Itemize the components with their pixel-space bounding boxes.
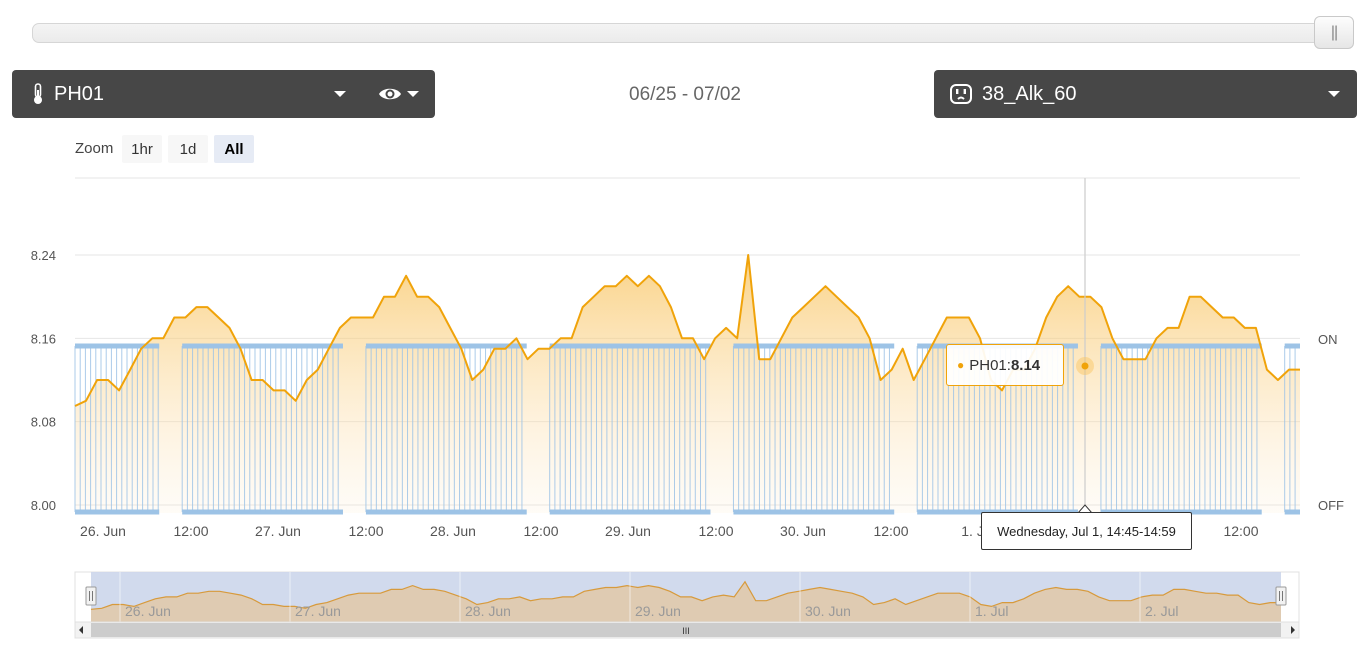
navigator-label: 2. Jul: [1145, 603, 1178, 619]
series-marker-icon: ●: [957, 358, 965, 372]
crosshair-time-label: Wednesday, Jul 1, 14:45-14:59: [981, 512, 1192, 550]
navigator-label: 26. Jun: [125, 603, 171, 619]
navigator-right-handle[interactable]: [1275, 586, 1287, 606]
navigator-left-handle[interactable]: [85, 586, 97, 606]
value-tooltip: ● PH01: 8.14: [946, 344, 1064, 386]
scrollbar-grip: III: [682, 626, 690, 636]
navigator-label: 1. Jul: [975, 603, 1008, 619]
crosshair-time-text: Wednesday, Jul 1, 14:45-14:59: [997, 523, 1176, 539]
navigator-label: 28. Jun: [465, 603, 511, 619]
navigator-label: 30. Jun: [805, 603, 851, 619]
tooltip-value: 8.14: [1010, 356, 1041, 374]
navigator-label: 29. Jun: [635, 603, 681, 619]
tooltip-series: PH01: [969, 356, 1007, 374]
navigator-label: 27. Jun: [295, 603, 341, 619]
